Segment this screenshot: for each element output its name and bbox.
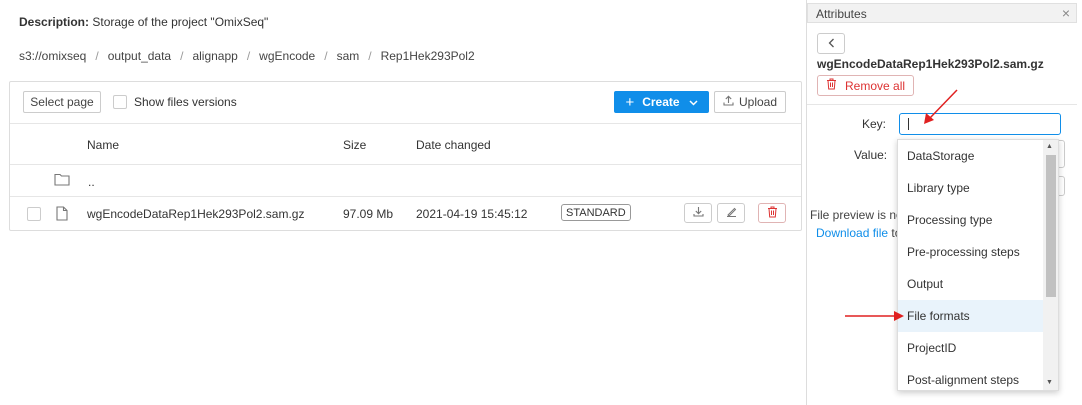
breadcrumb-separator: / [95,49,99,63]
breadcrumb-separator: / [246,49,251,63]
create-button-label: Create [642,95,680,109]
dropdown-option-pre-processing-steps[interactable]: Pre-processing steps [898,236,1045,268]
download-file-link[interactable]: Download file [816,226,888,240]
trash-icon [767,206,778,221]
edit-button[interactable] [717,203,745,223]
table-header: Name Size Date changed [10,125,801,165]
breadcrumb-item-alignapp[interactable]: alignapp [192,49,237,63]
download-button[interactable] [684,203,712,223]
close-icon[interactable]: × [1062,5,1070,21]
divider [807,104,1077,105]
back-button[interactable] [817,33,845,54]
plus-icon: + [625,93,635,111]
file-date: 2021-04-19 15:45:12 [416,207,528,221]
upload-icon [723,95,734,109]
breadcrumb: s3://omixseq / output_data / alignapp / … [19,49,475,63]
storage-description: Description: Storage of the project "Omi… [19,15,268,29]
description-text: Storage of the project "OmixSeq" [92,15,269,29]
breadcrumb-separator: / [368,49,372,63]
breadcrumb-item-output-data[interactable]: output_data [108,49,171,63]
breadcrumb-item-current[interactable]: Rep1Hek293Pol2 [381,49,475,63]
table-row[interactable]: wgEncodeDataRep1Hek293Pol2.sam.gz 97.09 … [10,198,801,230]
breadcrumb-item-wgencode[interactable]: wgEncode [259,49,315,63]
scroll-up-arrow-icon[interactable]: ▲ [1046,143,1053,150]
attributes-file-name: wgEncodeDataRep1Hek293Pol2.sam.gz [817,57,1044,71]
key-suggestions-dropdown: DataStorage Library type Processing type… [897,139,1059,391]
delete-button[interactable] [758,203,786,223]
breadcrumb-separator: / [324,49,328,63]
file-toolbar: Select page Show files versions + Create… [10,82,801,124]
dropdown-option-output[interactable]: Output [898,268,1045,300]
file-name[interactable]: wgEncodeDataRep1Hek293Pol2.sam.gz [87,207,304,221]
breadcrumb-separator: / [180,49,184,63]
value-label: Value: [854,148,888,162]
chevron-left-icon [828,37,835,51]
upload-button[interactable]: Upload [714,91,786,113]
show-versions-checkbox[interactable] [113,95,127,109]
chevron-down-icon [689,95,698,109]
breadcrumb-item-bucket[interactable]: s3://omixseq [19,49,86,63]
scroll-down-arrow-icon[interactable]: ▼ [1046,379,1053,386]
trash-icon [826,78,837,93]
download-icon [692,206,704,220]
attributes-title: Attributes [816,7,867,21]
storage-class-badge: STANDARD [561,204,631,221]
select-page-button[interactable]: Select page [23,91,101,113]
dropdown-option-library-type[interactable]: Library type [898,172,1045,204]
breadcrumb-item-sam[interactable]: sam [337,49,360,63]
upload-button-label: Upload [738,95,778,109]
create-button[interactable]: + Create [614,91,709,113]
download-file-text: Download file to [816,226,901,240]
column-date-changed[interactable]: Date changed [416,138,491,152]
table-row-parent[interactable]: .. [10,166,801,197]
folder-icon [54,173,70,189]
file-size: 97.09 Mb [343,207,394,221]
parent-folder-link[interactable]: .. [88,175,95,189]
file-icon [56,206,68,224]
remove-all-button[interactable]: Remove all [817,75,914,96]
remove-all-label: Remove all [845,78,906,93]
edit-icon [726,206,737,220]
dropdown-option-datastorage[interactable]: DataStorage [898,140,1045,172]
attributes-header: Attributes × [807,3,1077,23]
key-input[interactable] [899,113,1061,135]
file-browser-panel: Select page Show files versions + Create… [9,81,802,231]
description-label: Description: [19,15,90,29]
column-name[interactable]: Name [87,138,119,152]
dropdown-option-projectid[interactable]: ProjectID [898,332,1045,364]
dropdown-option-post-alignment-steps[interactable]: Post-alignment steps [898,364,1045,390]
dropdown-scrollbar[interactable]: ▲ ▼ [1043,140,1058,390]
file-preview-message: File preview is no [810,208,903,222]
key-label: Key: [862,117,887,131]
dropdown-option-processing-type[interactable]: Processing type [898,204,1045,236]
scrollbar-thumb[interactable] [1046,155,1056,297]
show-versions-label: Show files versions [134,95,237,109]
row-checkbox[interactable] [27,207,41,221]
text-cursor [908,118,909,130]
dropdown-option-file-formats[interactable]: File formats [898,300,1045,332]
column-size[interactable]: Size [343,138,366,152]
